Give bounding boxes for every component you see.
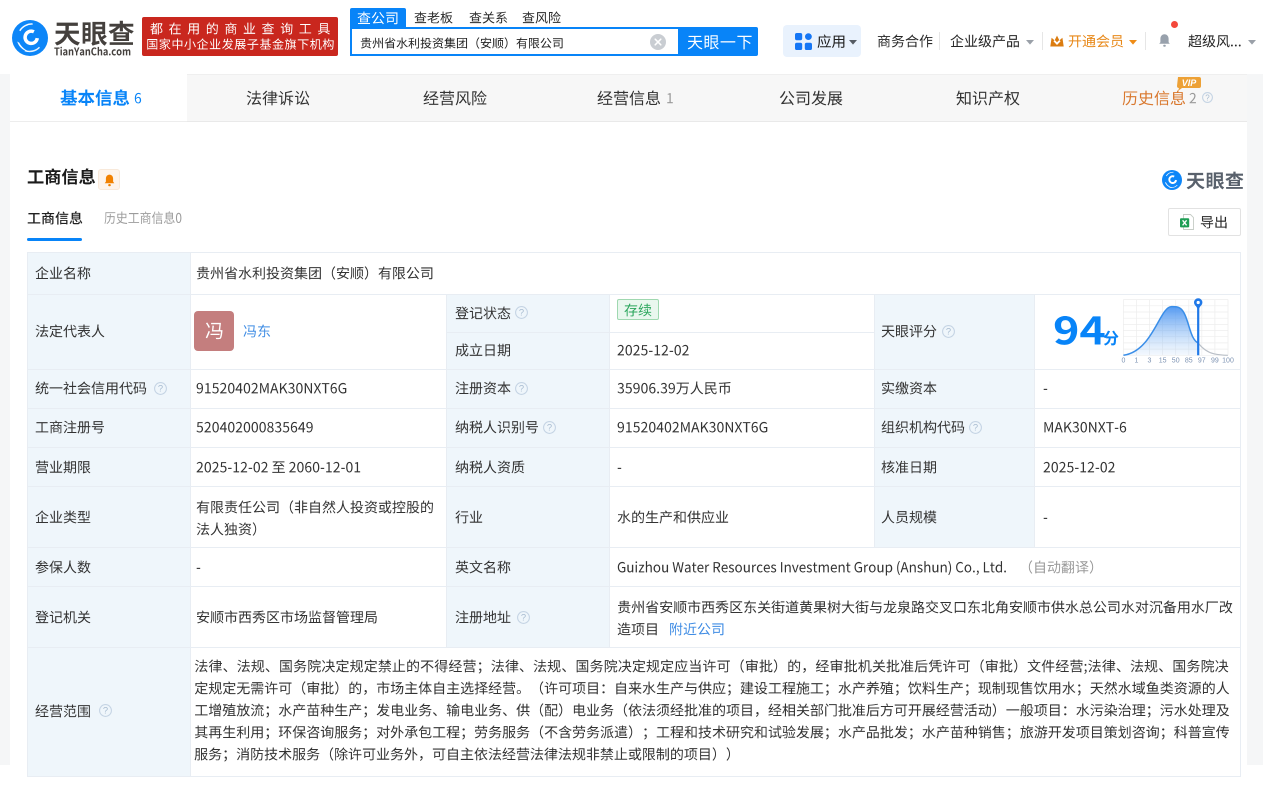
svg-text:99: 99 xyxy=(1211,358,1219,365)
svg-text:15: 15 xyxy=(1159,358,1167,365)
svg-text:?: ? xyxy=(520,611,525,622)
svg-text:?: ? xyxy=(1205,94,1210,103)
svg-text:97: 97 xyxy=(1198,358,1206,365)
svg-text:50: 50 xyxy=(1172,358,1180,365)
svg-text:?: ? xyxy=(945,325,950,336)
svg-text:?: ? xyxy=(972,421,977,432)
svg-text:3: 3 xyxy=(1148,358,1152,365)
svg-text:?: ? xyxy=(518,307,523,318)
svg-text:1: 1 xyxy=(1135,358,1139,365)
svg-text:100: 100 xyxy=(1222,358,1234,365)
svg-text:85: 85 xyxy=(1185,358,1193,365)
svg-text:?: ? xyxy=(102,705,107,716)
svg-text:?: ? xyxy=(546,421,551,432)
svg-text:?: ? xyxy=(157,382,162,393)
svg-text:VIP: VIP xyxy=(1182,78,1198,88)
svg-text:0: 0 xyxy=(1121,358,1125,365)
svg-text:?: ? xyxy=(518,382,523,393)
